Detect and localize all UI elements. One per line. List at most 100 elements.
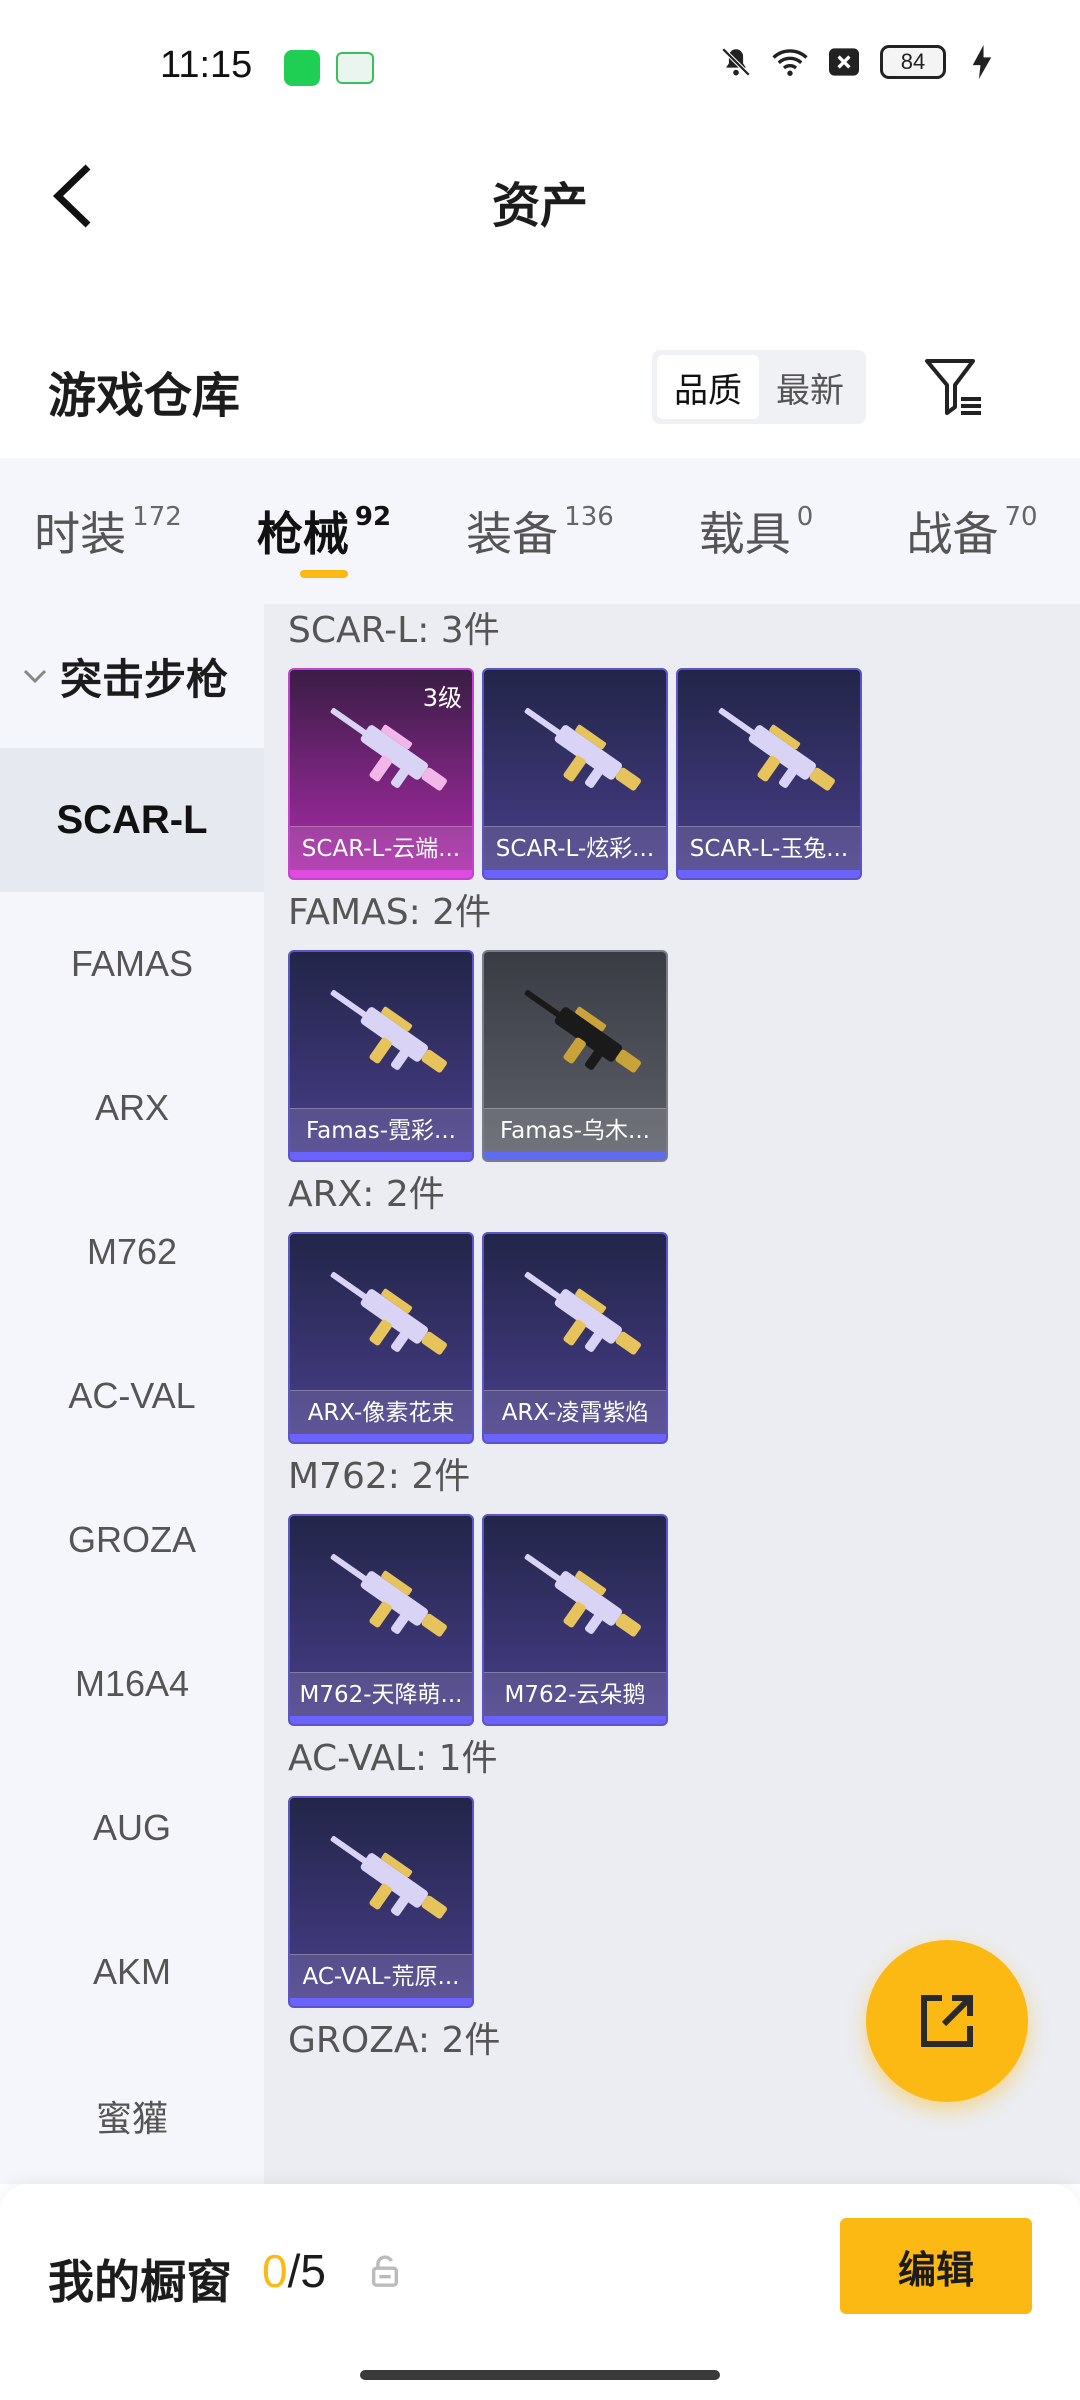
rarity-bar (484, 870, 666, 878)
rifle-icon (698, 688, 844, 818)
weapon-card-row: 3级 SCAR-L-云端... SCAR-L-炫彩... SCAR-L-玉兔... (288, 668, 1080, 880)
sidebar-item[interactable]: ARX (0, 1036, 264, 1180)
rarity-bar (484, 1716, 666, 1724)
filter-button[interactable] (918, 350, 990, 422)
weapon-card[interactable]: SCAR-L-炫彩... (482, 668, 668, 880)
weapon-card[interactable]: Famas-乌木... (482, 950, 668, 1162)
page-title: 资产 (491, 178, 588, 234)
rarity-bar (484, 1434, 666, 1442)
rarity-bar (290, 1434, 472, 1442)
showcase-separator: / (287, 2245, 301, 2297)
tab-fashion[interactable]: 时装 172 (0, 458, 216, 604)
weapon-group-title: SCAR-L: 3件 (288, 610, 500, 651)
tab-count: 172 (132, 502, 182, 532)
rifle-icon (504, 970, 650, 1100)
weapon-group-title: M762: 2件 (288, 1456, 471, 1497)
sidebar-item[interactable]: AUG (0, 1756, 264, 1900)
weapon-group: SCAR-L: 3件 3级 SCAR-L-云端... SCAR-L-炫彩... SCAR… (264, 606, 1080, 880)
showcase-count: 0/5 (262, 2244, 326, 2298)
wifi-icon (772, 44, 808, 80)
rifle-icon (310, 970, 456, 1100)
showcase-title: 我的橱窗 (48, 2255, 232, 2309)
status-bar: 11:15 84 (0, 0, 1080, 140)
weapon-card-name: M762-天降萌... (290, 1672, 472, 1716)
weapon-card[interactable]: ARX-凌霄紫焰 (482, 1232, 668, 1444)
weapon-group: M762: 2件 M762-天降萌... M762-云朵鹅 (264, 1452, 1080, 1726)
tab-label: 装备 (466, 507, 559, 561)
rarity-bar (678, 870, 860, 878)
weapon-group: ARX: 2件 ARX-像素花束 ARX-凌霄紫焰 (264, 1170, 1080, 1444)
showcase-max: 5 (300, 2245, 326, 2297)
weapon-card[interactable]: 3级 SCAR-L-云端... (288, 668, 474, 880)
sidebar-item[interactable]: AKM (0, 1900, 264, 2044)
rifle-icon (504, 1252, 650, 1382)
tab-firearms[interactable]: 枪械 92 (216, 458, 432, 604)
sort-toggle: 品质 最新 (652, 350, 866, 424)
rifle-icon (504, 688, 650, 818)
weapon-card-name: ARX-像素花束 (290, 1390, 472, 1434)
sidebar-item[interactable]: FAMAS (0, 892, 264, 1036)
showcase-bar: 我的橱窗 0/5 编辑 (0, 2184, 1080, 2400)
sidebar-item[interactable]: M762 (0, 1180, 264, 1324)
weapon-card[interactable]: M762-天降萌... (288, 1514, 474, 1726)
weapon-card[interactable]: SCAR-L-玉兔... (676, 668, 862, 880)
tab-vehicles[interactable]: 载具 0 (648, 458, 864, 604)
weapon-card-row: ARX-像素花束 ARX-凌霄紫焰 (288, 1232, 1080, 1444)
sidebar-category-label: 突击步枪 (60, 654, 229, 704)
sort-option-newest[interactable]: 最新 (759, 355, 861, 419)
rarity-bar (290, 870, 472, 878)
sidebar-item[interactable]: SCAR-L (0, 748, 264, 892)
rifle-icon (504, 1534, 650, 1664)
weapon-group-title: ARX: 2件 (288, 1174, 445, 1215)
status-icons: 84 (718, 44, 1000, 80)
close-box-icon (826, 44, 862, 80)
tab-count: 0 (796, 502, 814, 532)
category-tabs: 时装 172 枪械 92 装备 136 载具 0 战备 70 (0, 458, 1080, 604)
rifle-icon (310, 1816, 456, 1946)
tab-label: 战备 (906, 507, 999, 561)
tab-gear[interactable]: 装备 136 (432, 458, 648, 604)
oppo-app-icon (336, 52, 374, 84)
weapon-card[interactable]: M762-云朵鹅 (482, 1514, 668, 1726)
share-fab-button[interactable] (866, 1940, 1028, 2102)
rarity-bar (290, 1716, 472, 1724)
tab-count: 70 (1004, 502, 1038, 532)
sidebar-item[interactable]: M16A4 (0, 1612, 264, 1756)
weapon-card-name: ARX-凌霄紫焰 (484, 1390, 666, 1434)
edit-button[interactable]: 编辑 (840, 2218, 1032, 2314)
sidebar-item[interactable]: AC-VAL (0, 1324, 264, 1468)
sidebar-item[interactable]: GROZA (0, 1468, 264, 1612)
tab-label: 时装 (34, 507, 127, 561)
rifle-icon (310, 1534, 456, 1664)
weapon-group-title: FAMAS: 2件 (288, 892, 492, 933)
weapon-card-row: M762-天降萌... M762-云朵鹅 (288, 1514, 1080, 1726)
tab-supplies[interactable]: 战备 70 (864, 458, 1080, 604)
weapon-card-row: Famas-霓彩... Famas-乌木... (288, 950, 1080, 1162)
weapon-card[interactable]: Famas-霓彩... (288, 950, 474, 1162)
weapon-group-title: AC-VAL: 1件 (288, 1738, 498, 1779)
weapon-card[interactable]: AC-VAL-荒原... (288, 1796, 474, 2008)
weapon-card[interactable]: ARX-像素花束 (288, 1232, 474, 1444)
sidebar-item[interactable]: 蜜獾 (0, 2044, 264, 2184)
weapon-card-name: M762-云朵鹅 (484, 1672, 666, 1716)
mute-icon (718, 44, 754, 80)
chevron-down-icon (23, 669, 47, 684)
active-tab-indicator (300, 570, 348, 578)
charging-icon (964, 44, 1000, 80)
weapon-groups: SCAR-L: 3件 3级 SCAR-L-云端... SCAR-L-炫彩... SCAR… (264, 606, 1080, 2066)
weapon-group: FAMAS: 2件 Famas-霓彩... Famas-乌木... (264, 888, 1080, 1162)
lock-icon (368, 2254, 402, 2288)
weapon-card-name: AC-VAL-荒原... (290, 1954, 472, 1998)
home-indicator[interactable] (360, 2370, 720, 2380)
tab-label: 枪械 (256, 507, 349, 561)
share-icon (921, 1995, 973, 2047)
weapon-card-name: Famas-霓彩... (290, 1108, 472, 1152)
status-time: 11:15 (160, 44, 253, 86)
sort-option-quality[interactable]: 品质 (657, 355, 759, 419)
filter-icon (925, 359, 981, 415)
rifle-icon (310, 1252, 456, 1382)
weapon-sidebar: 突击步枪 SCAR-L FAMAS ARX M762 AC-VAL GROZA M16A4 A… (0, 604, 264, 2184)
sidebar-category-assault-rifle[interactable]: 突击步枪 (0, 604, 264, 748)
tab-count: 136 (564, 502, 614, 532)
battery-icon: 84 (880, 45, 946, 79)
